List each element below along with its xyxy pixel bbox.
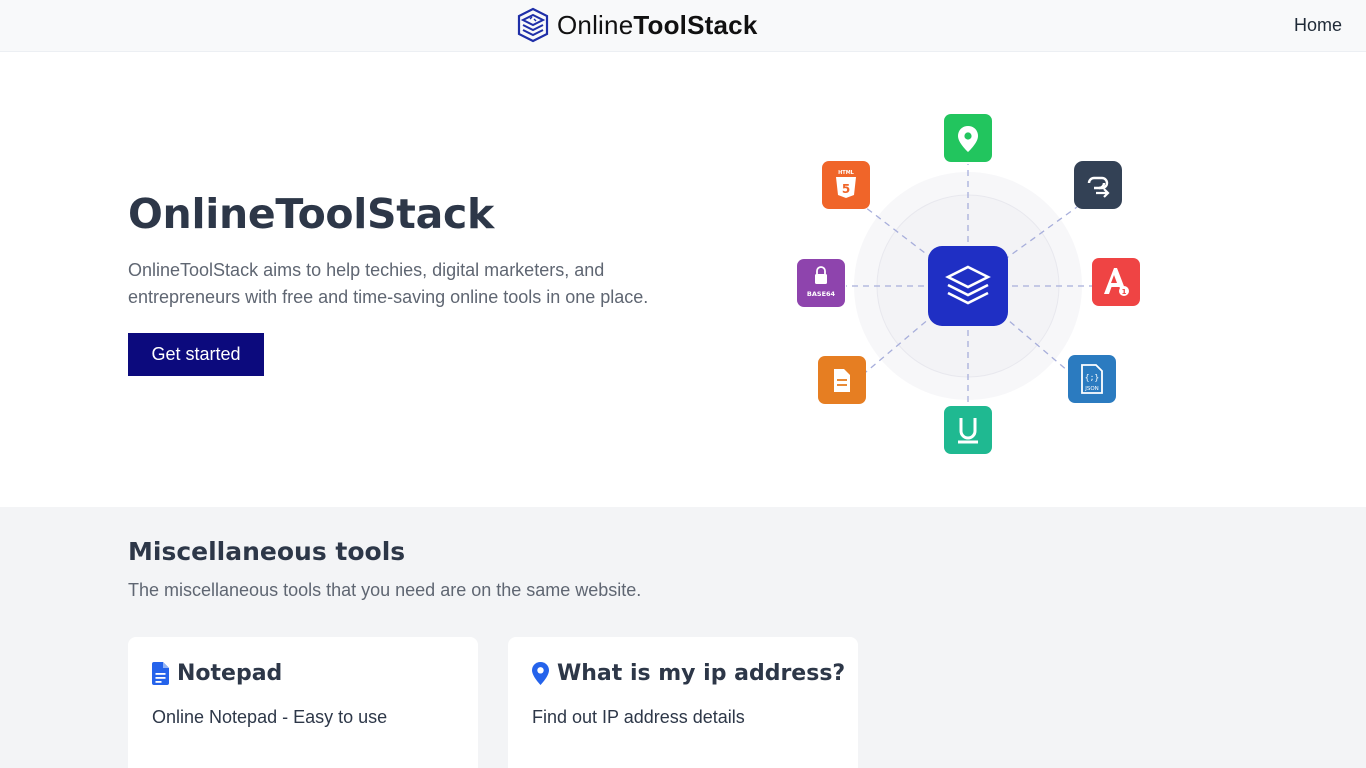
- get-started-button[interactable]: Get started: [128, 333, 264, 376]
- card-description: Online Notepad - Easy to use: [152, 707, 388, 727]
- nav-home-link[interactable]: Home: [1294, 15, 1342, 36]
- font-size-icon: 1: [1092, 258, 1140, 306]
- hero-section: OnlineToolStack OnlineToolStack aims to …: [0, 52, 1366, 507]
- tool-card-notepad[interactable]: Notepad Online Notepad - Easy to use: [128, 637, 478, 768]
- svg-text:5: 5: [842, 182, 850, 196]
- section-title: Miscellaneous tools: [128, 537, 406, 566]
- card-header: What is my ip address?: [532, 661, 845, 686]
- base64-lock-icon: BASE64: [797, 259, 845, 307]
- document-icon: [818, 356, 866, 404]
- hero-title: OnlineToolStack: [128, 190, 494, 238]
- hero-description: OnlineToolStack aims to help techies, di…: [128, 260, 649, 307]
- svg-text:{;}: {;}: [1085, 373, 1099, 382]
- site-logo[interactable]: OnlineToolStack: [516, 6, 757, 44]
- location-pin-icon: [944, 114, 992, 162]
- section-subtitle: The miscellaneous tools that you need ar…: [128, 580, 642, 600]
- svg-text:BASE64: BASE64: [807, 290, 836, 298]
- svg-text:1: 1: [1122, 288, 1127, 296]
- tool-card-ip-address[interactable]: What is my ip address? Find out IP addre…: [508, 637, 858, 768]
- top-navbar: OnlineToolStack Home: [0, 0, 1366, 52]
- svg-text:JSON: JSON: [1084, 386, 1099, 392]
- misc-tools-section: Miscellaneous tools The miscellaneous to…: [0, 507, 1366, 768]
- stack-logo-icon: [517, 7, 549, 43]
- center-stack-icon: [928, 246, 1008, 326]
- link-redirect-icon: [1074, 161, 1122, 209]
- document-icon: [152, 662, 169, 685]
- location-pin-icon: [532, 662, 549, 685]
- card-title[interactable]: What is my ip address?: [557, 661, 845, 686]
- svg-text:HTML: HTML: [838, 170, 855, 176]
- json-file-icon: {;} JSON: [1068, 355, 1116, 403]
- card-header: Notepad: [152, 661, 282, 686]
- html5-icon: HTML 5: [822, 161, 870, 209]
- underline-icon: [944, 406, 992, 454]
- card-description: Find out IP address details: [532, 707, 745, 727]
- card-title[interactable]: Notepad: [177, 661, 282, 686]
- tools-hub-illustration: 1 {;} JSON BASE64 HTML 5: [797, 114, 1140, 454]
- logo-wordmark: OnlineToolStack: [557, 10, 758, 40]
